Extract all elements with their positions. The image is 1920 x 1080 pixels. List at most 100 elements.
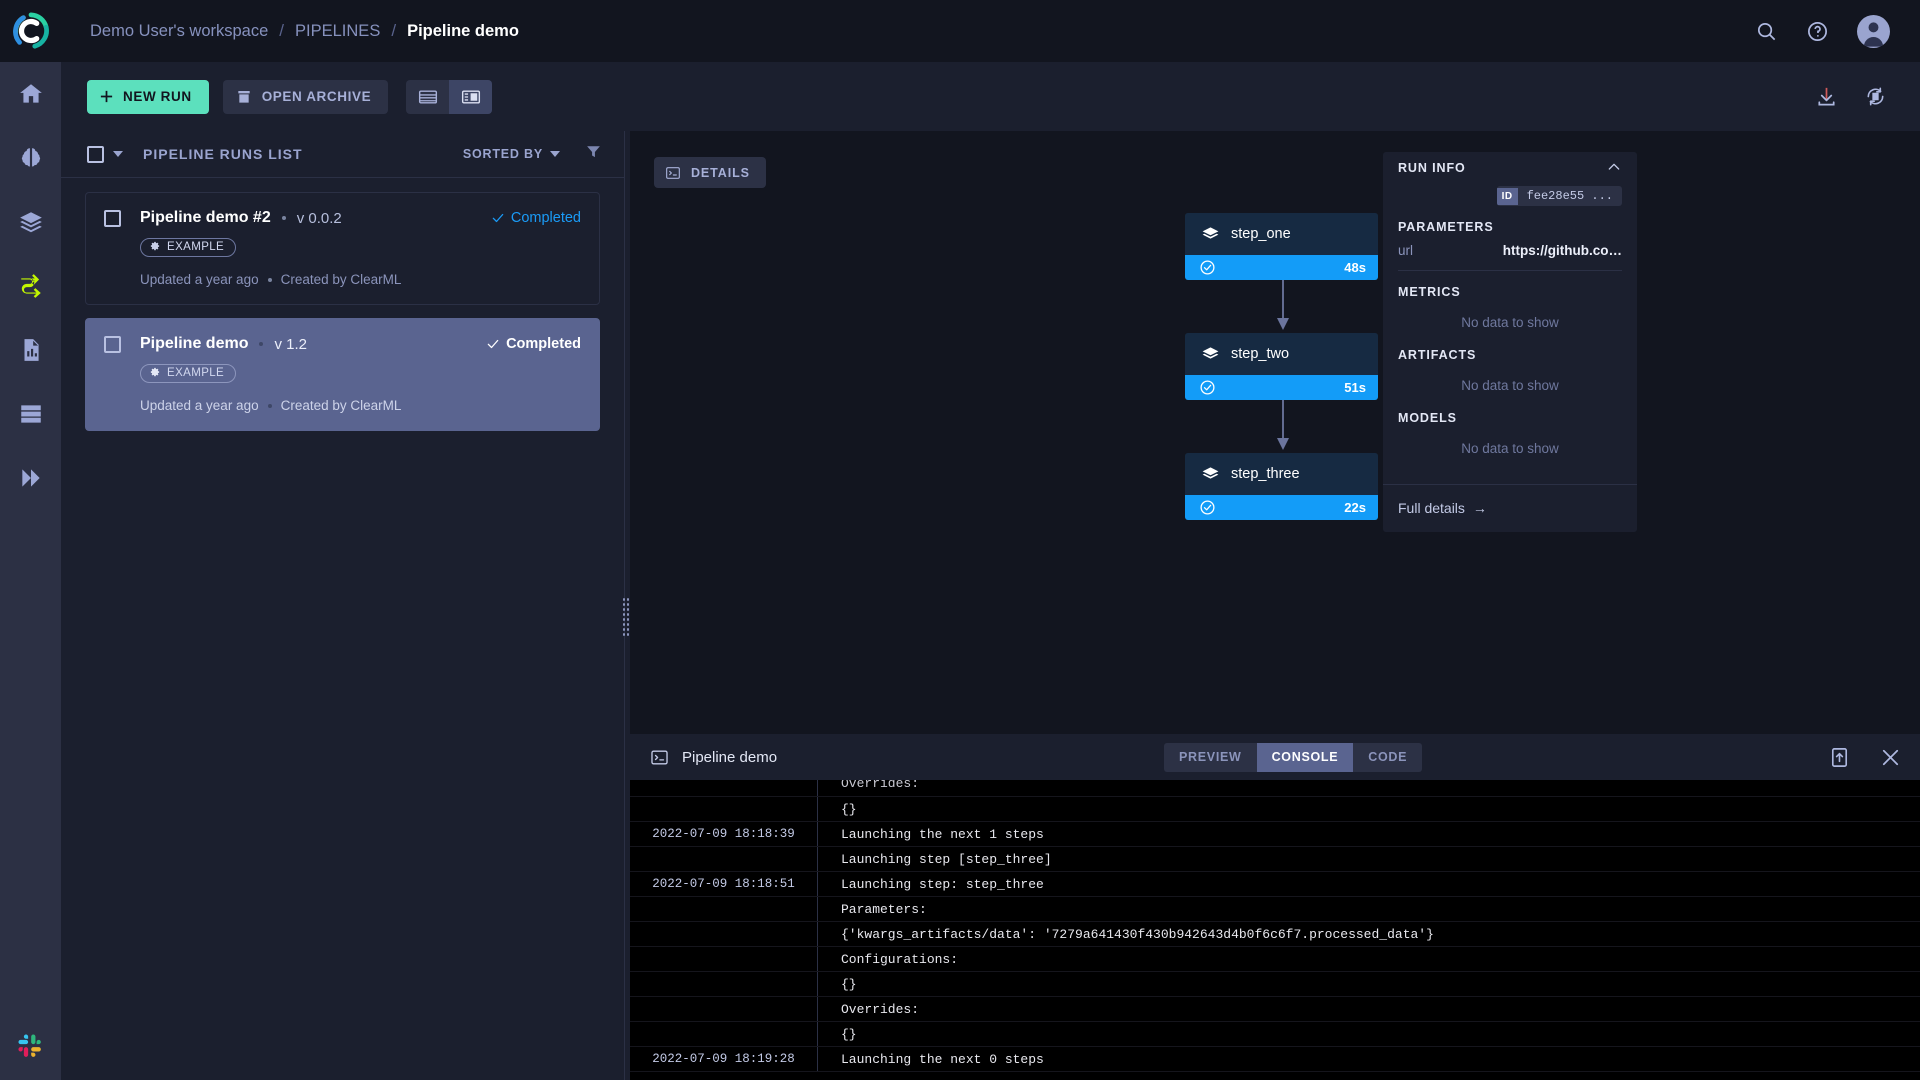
- help-icon: [1808, 21, 1827, 41]
- full-details-link[interactable]: Full details →: [1398, 500, 1487, 516]
- auto-refresh-button[interactable]: [1864, 85, 1887, 108]
- workers-icon: [20, 405, 41, 423]
- pipeline-dag-canvas[interactable]: DETAILS step_one 48s step_two 51s step_t…: [630, 131, 1920, 734]
- run-tag[interactable]: EXAMPLE: [140, 364, 237, 383]
- dag-node-name: step_three: [1231, 466, 1300, 482]
- full-details-label: Full details: [1398, 500, 1465, 516]
- close-button[interactable]: [1879, 746, 1902, 769]
- metrics-title: METRICS: [1398, 285, 1461, 299]
- tab-code[interactable]: CODE: [1353, 743, 1422, 772]
- run-tag-label: EXAMPLE: [167, 367, 225, 379]
- select-all-checkbox[interactable]: [87, 145, 104, 163]
- dag-node[interactable]: step_two 51s: [1185, 333, 1378, 400]
- breadcrumb-separator: /: [391, 21, 397, 40]
- status-label: Completed: [510, 210, 581, 226]
- dag-node[interactable]: step_one 48s: [1185, 213, 1378, 280]
- console-icon: [666, 166, 680, 179]
- run-checkbox[interactable]: [104, 209, 121, 227]
- layers-icon: [1202, 346, 1219, 359]
- dag-node-header: step_three: [1185, 453, 1378, 495]
- double-chevron-icon: [21, 469, 40, 487]
- console-panel: Pipeline demo PREVIEW CONSOLE CODE Overr…: [630, 734, 1920, 1080]
- parameter-row: url https://github.co…: [1398, 243, 1622, 271]
- layers-icon: [1202, 466, 1219, 479]
- status-badge: Completed: [491, 210, 581, 226]
- console-title: Pipeline demo: [682, 748, 778, 766]
- run-tag[interactable]: EXAMPLE: [140, 238, 237, 257]
- new-run-label: NEW RUN: [123, 89, 192, 104]
- log-timestamp: [630, 1022, 818, 1046]
- clearml-logo-icon: [12, 12, 49, 49]
- detail-view-button[interactable]: [449, 79, 493, 114]
- console-log[interactable]: Overrides: {} 2022-07-09 18:18:39 Launch…: [630, 780, 1920, 1080]
- log-message: {'kwargs_artifacts/data': '7279a641430f4…: [841, 926, 1434, 942]
- slack-link[interactable]: [0, 1033, 61, 1060]
- sidebar-item-pipelines[interactable]: [0, 254, 61, 318]
- sidebar-item-projects[interactable]: [0, 126, 61, 190]
- help-button[interactable]: [1806, 20, 1829, 43]
- table-view-button[interactable]: [406, 80, 449, 114]
- runs-list-body: Pipeline demo #2 v 0.0.2 Completed EXAMP…: [61, 178, 624, 445]
- log-timestamp: [630, 922, 818, 946]
- sidebar-item-applications[interactable]: [0, 446, 61, 510]
- breadcrumb-workspace[interactable]: Demo User's workspace: [90, 22, 268, 41]
- run-info-footer: Full details →: [1383, 484, 1637, 532]
- log-message: {}: [841, 801, 857, 817]
- details-button[interactable]: DETAILS: [654, 157, 766, 188]
- parameter-value: https://github.co…: [1502, 243, 1622, 258]
- log-message: Launching step [step_three]: [841, 851, 1052, 867]
- sidebar-item-home[interactable]: [0, 62, 61, 126]
- maximize-button[interactable]: [1828, 746, 1851, 769]
- open-archive-label: OPEN ARCHIVE: [261, 89, 372, 104]
- avatar[interactable]: [1857, 14, 1890, 48]
- tab-console[interactable]: CONSOLE: [1256, 742, 1354, 772]
- chevron-down-icon[interactable]: [113, 151, 123, 157]
- dag-node[interactable]: step_three 22s: [1185, 453, 1378, 520]
- run-updated: Updated a year ago: [140, 272, 259, 287]
- filter-button[interactable]: [585, 143, 602, 165]
- dag-node-list: step_one 48s step_two 51s step_three 22s: [1185, 213, 1380, 520]
- archive-icon: [238, 90, 250, 103]
- log-timestamp: 2022-07-09 18:18:51: [630, 872, 818, 896]
- run-meta: Updated a year ago Created by ClearML: [140, 398, 581, 413]
- download-button[interactable]: [1815, 85, 1838, 108]
- sidebar-item-datasets[interactable]: [0, 190, 61, 254]
- dag-node-header: step_one: [1185, 213, 1378, 255]
- auto-refresh-pause-icon: [1867, 87, 1884, 106]
- run-updated: Updated a year ago: [140, 398, 259, 413]
- run-id-chip: ID fee28e55 ...: [1398, 186, 1622, 206]
- top-header: Demo User's workspace / PIPELINES / Pipe…: [61, 0, 1920, 62]
- run-id-copy[interactable]: ID fee28e55 ...: [1496, 186, 1622, 206]
- list-item[interactable]: Pipeline demo v 1.2 Completed EXAMPLE Up…: [85, 318, 600, 431]
- check-circle-icon: [1200, 380, 1215, 395]
- console-actions: [1828, 746, 1902, 769]
- log-timestamp: [630, 847, 818, 871]
- console-icon: [651, 749, 668, 765]
- collapse-button[interactable]: [1606, 159, 1622, 178]
- plus-icon: [100, 90, 113, 103]
- check-circle-icon: [1200, 500, 1215, 515]
- models-empty: No data to show: [1461, 441, 1559, 456]
- search-button[interactable]: [1755, 20, 1778, 43]
- new-run-button[interactable]: NEW RUN: [87, 79, 209, 114]
- splitter-grip-icon: [622, 597, 629, 637]
- sorted-by-dropdown[interactable]: SORTED BY: [463, 147, 560, 161]
- details-label: DETAILS: [691, 165, 750, 180]
- log-row: Overrides:: [630, 780, 1920, 797]
- layers-icon: [1202, 226, 1219, 239]
- maximize-icon: [1831, 747, 1848, 767]
- log-message: Configurations:: [841, 951, 959, 967]
- clearml-logo[interactable]: [0, 0, 61, 62]
- list-item[interactable]: Pipeline demo #2 v 0.0.2 Completed EXAMP…: [85, 192, 600, 305]
- dag-edge: [1185, 400, 1380, 453]
- tab-preview[interactable]: PREVIEW: [1164, 743, 1257, 772]
- sidebar-item-reports[interactable]: [0, 318, 61, 382]
- open-archive-button[interactable]: OPEN ARCHIVE: [222, 79, 389, 114]
- run-checkbox[interactable]: [104, 335, 121, 353]
- sidebar-item-workers[interactable]: [0, 382, 61, 446]
- log-timestamp: [630, 947, 818, 971]
- breadcrumb-pipelines[interactable]: PIPELINES: [295, 22, 380, 41]
- log-message: Launching the next 0 steps: [841, 1051, 1044, 1067]
- run-id-label: ID: [1496, 187, 1518, 205]
- log-message: Parameters:: [841, 901, 927, 917]
